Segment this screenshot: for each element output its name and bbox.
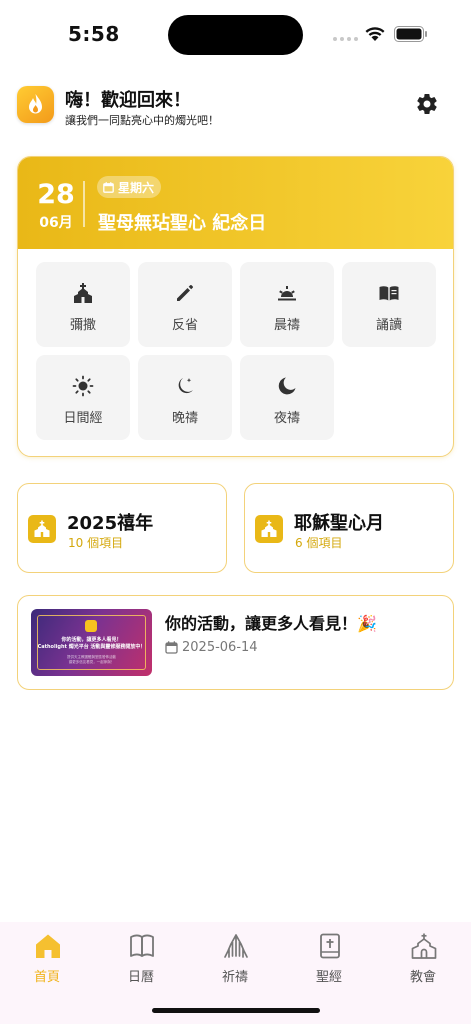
liturgical-day-card[interactable]: 28 06月 星期六 聖母無玷聖心 紀念日 彌撒 反省 晨禱 誦讀 日間經 晚禱… [17,156,454,457]
bible-icon [320,933,340,959]
prayer-label: 誦讀 [375,318,402,333]
prayer-label: 晚禱 [171,411,198,426]
tab-label: 教會 [409,970,436,985]
wifi-icon [365,27,385,41]
topic-title: 耶穌聖心月 [294,513,384,534]
status-time: 5:58 [68,22,120,46]
church-icon [28,515,56,543]
thumbnail-caption: 讓更多信友看見，一起參與！ [68,660,115,664]
feast-title: 聖母無玷聖心 紀念日 [98,213,267,234]
prayer-tile-mass[interactable]: 彌撒 [36,262,130,347]
candle-flame-icon [29,94,42,114]
header-divider [83,181,85,227]
prayer-tile-night[interactable]: 夜禱 [240,355,334,440]
tab-label: 首頁 [33,970,60,985]
tab-prayer[interactable]: 祈禱 [200,932,270,987]
sunrise-icon [278,286,296,301]
feast-day-number: 28 [37,179,75,210]
praying-hands-icon [224,934,248,958]
liturgical-day-header: 28 06月 星期六 聖母無玷聖心 紀念日 [18,157,453,249]
home-icon [36,934,60,958]
prayer-tile-reflection[interactable]: 反省 [138,262,232,347]
topic-count: 6 個項目 [295,536,343,550]
thumbnail-headline: 你的活動，讓更多人看見！ [61,637,122,643]
greeting-title: 嗨！歡迎回來！ [65,90,191,111]
dynamic-island [168,15,303,55]
prayer-tile-daytime[interactable]: 日間經 [36,355,130,440]
tab-bible[interactable]: 聖經 [294,932,364,987]
gear-icon[interactable] [415,92,439,116]
sun-icon [72,375,94,397]
cellular-signal-icon [333,37,358,41]
weekday-label: 星期六 [118,180,155,195]
app-logo [17,86,54,123]
tab-calendar[interactable]: 日曆 [106,932,176,987]
tab-label: 聖經 [315,970,342,985]
event-card[interactable]: 你的活動，讓更多人看見！ Catholight 燭光平台 活動與靈修服務開放中！… [17,595,454,690]
prayer-label: 反省 [171,318,198,333]
prayer-tile-reading[interactable]: 誦讀 [342,262,436,347]
book-icon [379,286,399,301]
thumbnail-subheadline: Catholight 燭光平台 活動與靈修服務開放中！ [37,644,146,650]
prayer-label: 彌撒 [69,318,96,333]
topic-count: 10 個項目 [68,536,124,550]
app-logo-small [85,620,97,632]
prayer-label: 晨禱 [273,318,300,333]
tab-label: 祈禱 [221,970,248,985]
battery-icon [394,26,427,42]
tab-home[interactable]: 首頁 [12,932,82,987]
church-icon [74,283,92,303]
tab-label: 日曆 [127,970,154,985]
weekday-badge: 星期六 [97,176,162,198]
home-indicator[interactable] [152,1008,320,1013]
moon-stars-icon [178,378,193,394]
calendar-book-icon [130,934,154,957]
church-icon [255,515,283,543]
calendar-icon [103,181,114,193]
topic-card-jubilee[interactable]: 2025禧年 10 個項目 [17,483,227,573]
prayer-tile-morning[interactable]: 晨禱 [240,262,334,347]
prayer-label: 夜禱 [273,411,300,426]
tab-church[interactable]: 教會 [388,932,458,987]
greeting-subtitle: 讓我們一同點亮心中的燭光吧！ [65,114,219,127]
topic-card-sacred-heart[interactable]: 耶穌聖心月 6 個項目 [244,483,454,573]
calendar-icon [165,641,178,654]
prayer-label: 日間經 [63,411,103,426]
church-icon [411,933,437,959]
event-thumbnail: 你的活動，讓更多人看見！ Catholight 燭光平台 活動與靈修服務開放中！… [31,609,152,676]
status-bar: 5:58 [0,0,471,70]
event-title: 你的活動，讓更多人看見！🎉 [165,614,377,633]
prayer-tile-evening[interactable]: 晚禱 [138,355,232,440]
event-date: 2025-06-14 [182,640,258,655]
pencil-icon [177,285,193,301]
moon-icon [278,377,296,395]
feast-month: 06月 [39,215,73,231]
topic-title: 2025禧年 [67,513,154,534]
